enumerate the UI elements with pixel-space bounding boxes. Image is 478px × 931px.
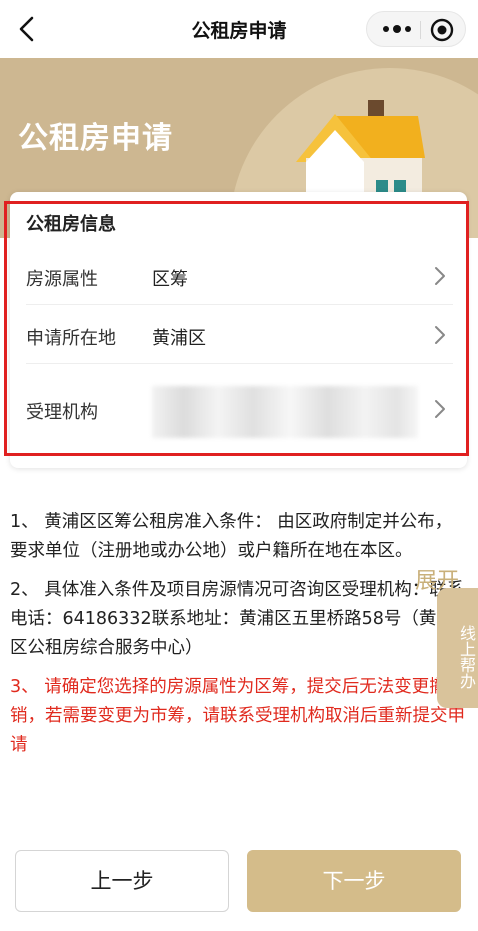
previous-step-button[interactable]: 上一步 bbox=[15, 850, 229, 912]
note-item: 2、 具体准入条件及项目房源情况可咨询区受理机构：联系电话：64186332联系… bbox=[10, 580, 465, 658]
highlight-box bbox=[4, 201, 469, 456]
close-target-icon[interactable] bbox=[429, 17, 455, 43]
mini-program-capsule bbox=[366, 11, 466, 47]
note-item: 1、 黄浦区区筹公租房准入条件： 由区政府制定并公布，要求单位（注册地或办公地）… bbox=[10, 512, 453, 561]
notes-section: 1、 黄浦区区筹公租房准入条件： 由区政府制定并公布，要求单位（注册地或办公地）… bbox=[10, 508, 465, 770]
online-help-tab[interactable]: 线上帮办 bbox=[437, 588, 478, 708]
more-icon[interactable] bbox=[379, 19, 415, 39]
capsule-divider bbox=[420, 21, 421, 39]
warning-note: 3、 请确定您选择的房源属性为区筹，提交后无法变更撤销，若需要变更为市筹，请联系… bbox=[10, 677, 465, 755]
top-nav-bar: 公租房申请 bbox=[0, 0, 478, 58]
banner-title: 公租房申请 bbox=[18, 121, 173, 156]
next-step-button[interactable]: 下一步 bbox=[247, 850, 461, 912]
online-help-label: 线上帮办 bbox=[457, 625, 476, 689]
